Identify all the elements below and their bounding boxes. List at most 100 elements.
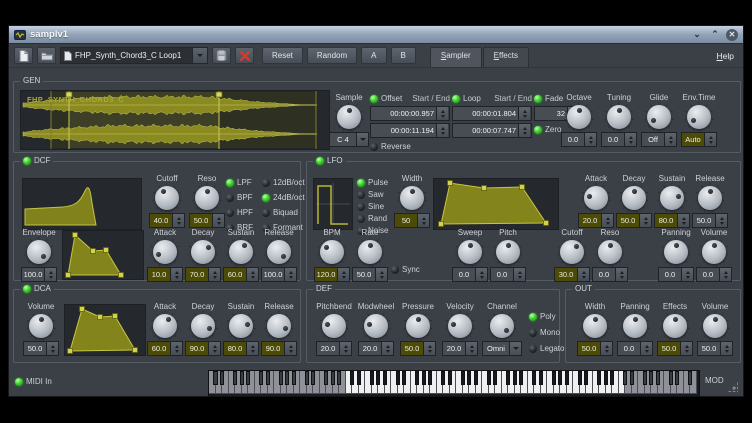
panning-dial[interactable]	[623, 314, 647, 338]
decay-field[interactable]: 70.0	[185, 267, 221, 282]
key-black-126[interactable]	[688, 371, 692, 385]
key-black-20[interactable]	[285, 371, 289, 385]
lfo-envelope-display[interactable]	[433, 178, 559, 230]
radio-lpf[interactable]: LPF	[226, 178, 253, 188]
reso-dial[interactable]	[598, 240, 622, 264]
decay-field[interactable]: 50.0	[616, 213, 652, 228]
decay-dial[interactable]	[622, 186, 646, 210]
key-black-42[interactable]	[370, 371, 374, 385]
panning-field[interactable]: 0.0	[658, 267, 694, 282]
octave-dial[interactable]	[567, 105, 591, 129]
attack-dial[interactable]	[584, 186, 608, 210]
modwheel-dial[interactable]	[364, 314, 388, 338]
envelope-field[interactable]: 100.0	[21, 267, 57, 282]
release-spinner[interactable]	[284, 268, 296, 281]
key-black-37[interactable]	[350, 371, 354, 385]
modwheel-spinner[interactable]	[381, 342, 393, 355]
key-black-46[interactable]	[383, 371, 387, 385]
rand-led[interactable]	[357, 215, 365, 223]
attack-spinner[interactable]	[601, 214, 613, 227]
key-black-123[interactable]	[675, 371, 679, 385]
tuning-field[interactable]: 0.0	[601, 132, 637, 147]
filter-display[interactable]	[22, 178, 142, 230]
key-black-104[interactable]	[604, 371, 608, 385]
effects-spinner[interactable]	[680, 342, 692, 355]
key-black-118[interactable]	[656, 371, 660, 385]
panning-spinner[interactable]	[640, 342, 652, 355]
new-preset-button[interactable]	[14, 47, 33, 64]
key-black-49[interactable]	[396, 371, 400, 385]
release-field[interactable]: 90.0	[261, 341, 297, 356]
radio-poly[interactable]: Poly	[529, 312, 564, 322]
key-black-111[interactable]	[630, 371, 634, 385]
pitch-spinner[interactable]	[513, 268, 525, 281]
key-black-32[interactable]	[331, 371, 335, 385]
key-black-56[interactable]	[422, 371, 426, 385]
dca-envelope-display[interactable]	[64, 304, 146, 356]
panning-field[interactable]: 0.0	[617, 341, 653, 356]
panning-spinner[interactable]	[681, 268, 693, 281]
loop-led[interactable]	[452, 95, 460, 103]
width-field[interactable]: 50.0	[577, 341, 613, 356]
velocity-spinner[interactable]	[465, 342, 477, 355]
key-black-70[interactable]	[474, 371, 478, 385]
reverse-led[interactable]	[370, 143, 378, 151]
key-black-18[interactable]	[279, 371, 283, 385]
tuning-dial[interactable]	[607, 105, 631, 129]
tab-sampler[interactable]: Sampler	[430, 47, 482, 67]
decay-spinner[interactable]	[639, 214, 651, 227]
radio-biquad[interactable]: Biquad	[262, 208, 305, 218]
pitchbend-field[interactable]: 20.0	[316, 341, 352, 356]
rate-spinner[interactable]	[375, 268, 387, 281]
radio-mono[interactable]: Mono	[529, 328, 564, 338]
key-black-85[interactable]	[532, 371, 536, 385]
release-dial[interactable]	[698, 186, 722, 210]
key-black-87[interactable]	[539, 371, 543, 385]
decay-spinner[interactable]	[208, 268, 220, 281]
cutoff-field[interactable]: 40.0	[149, 213, 185, 228]
reso-dial[interactable]	[195, 186, 219, 210]
minimize-button[interactable]: ⌄	[690, 28, 704, 41]
rate-dial[interactable]	[358, 240, 382, 264]
offset-end-spinner[interactable]	[436, 124, 448, 137]
radio-24db-oct[interactable]: 24dB/oct	[262, 193, 305, 203]
attack-field[interactable]: 10.0	[147, 267, 183, 282]
preset-a-button[interactable]: A	[361, 47, 386, 64]
biquad-led[interactable]	[262, 209, 270, 217]
key-black-116[interactable]	[649, 371, 653, 385]
key-black-114[interactable]	[643, 371, 647, 385]
radio-12db-oct[interactable]: 12dB/oct	[262, 178, 305, 188]
key-black-106[interactable]	[610, 371, 614, 385]
sustain-field[interactable]: 80.0	[223, 341, 259, 356]
lfo-led[interactable]	[316, 157, 324, 165]
bpm-field[interactable]: 120.0	[314, 267, 350, 282]
key-black-15[interactable]	[266, 371, 270, 385]
attack-field[interactable]: 60.0	[147, 341, 183, 356]
velocity-dial[interactable]	[448, 314, 472, 338]
radio-saw[interactable]: Saw	[357, 190, 388, 200]
delete-preset-button[interactable]	[235, 47, 254, 64]
tuning-spinner[interactable]	[624, 133, 636, 146]
radio-hpf[interactable]: HPF	[226, 208, 253, 218]
key-black-13[interactable]	[259, 371, 263, 385]
sustain-dial[interactable]	[660, 186, 684, 210]
lpf-led[interactable]	[226, 179, 234, 187]
volume-field[interactable]: 50.0	[23, 341, 59, 356]
sweep-spinner[interactable]	[475, 268, 487, 281]
pressure-dial[interactable]	[406, 314, 430, 338]
decay-field[interactable]: 90.0	[185, 341, 221, 356]
key-black-6[interactable]	[233, 371, 237, 385]
volume-dial[interactable]	[29, 314, 53, 338]
attack-dial[interactable]	[153, 314, 177, 338]
key-black-92[interactable]	[558, 371, 562, 385]
key-black-109[interactable]	[623, 371, 627, 385]
key-black-121[interactable]	[669, 371, 673, 385]
offset-start-spinner[interactable]	[436, 107, 448, 120]
attack-field[interactable]: 20.0	[578, 213, 614, 228]
preset-b-button[interactable]: B	[391, 47, 416, 64]
volume-field[interactable]: 0.0	[696, 267, 732, 282]
key-black-80[interactable]	[513, 371, 517, 385]
volume-spinner[interactable]	[719, 268, 731, 281]
sustain-field[interactable]: 60.0	[223, 267, 259, 282]
width-field[interactable]: 50	[394, 213, 430, 228]
